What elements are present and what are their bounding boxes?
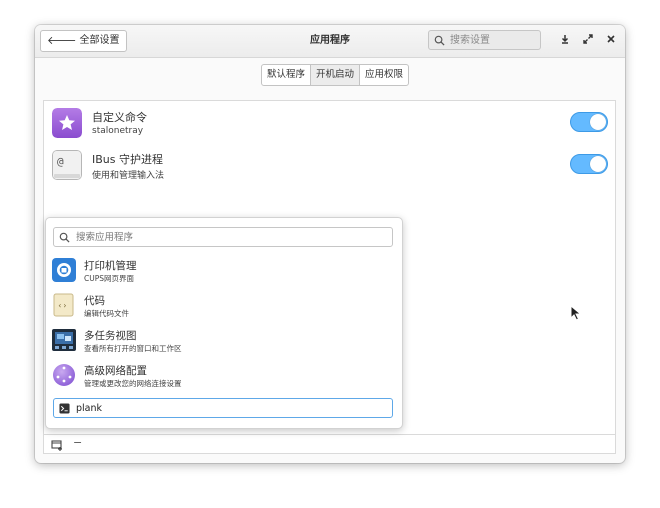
tab-defaults[interactable]: 默认程序	[262, 65, 312, 85]
keyboard-icon: @	[52, 150, 82, 180]
network-icon	[53, 364, 75, 386]
multitasking-icon	[52, 329, 76, 351]
app-search-input[interactable]	[74, 230, 378, 244]
app-description: stalonetray	[92, 126, 144, 136]
app-search[interactable]	[53, 227, 393, 247]
app-description: CUPS网页界面	[84, 274, 135, 283]
back-button-label: 全部设置	[79, 35, 120, 46]
list-item[interactable]: 多任务视图 查看所有打开的窗口和工作区	[52, 328, 392, 358]
terminal-icon	[59, 402, 70, 414]
settings-search-input[interactable]	[448, 33, 537, 47]
custom-command-field[interactable]	[53, 398, 393, 418]
add-app-popover: 打印机管理 CUPS网页界面 ‹› 代码 编辑代码文件 多任务视图 查看所有打开…	[45, 217, 403, 429]
view-switcher: 默认程序 开机启动 应用权限	[261, 64, 410, 86]
app-description: 编辑代码文件	[84, 309, 129, 318]
app-name: IBus 守护进程	[92, 153, 163, 166]
arrow-left-icon: 🡐	[47, 34, 77, 47]
custom-command-input[interactable]	[74, 401, 378, 415]
app-name: 高级网络配置	[84, 365, 147, 377]
app-name: 打印机管理	[84, 260, 137, 272]
list-item[interactable]: 打印机管理 CUPS网页界面	[52, 258, 392, 288]
back-button[interactable]: 🡐 全部设置	[40, 30, 127, 52]
search-icon	[434, 35, 445, 46]
list-item: @ IBus 守护进程 使用和管理输入法	[52, 150, 612, 184]
list-item[interactable]: ‹› 代码 编辑代码文件	[52, 293, 392, 323]
startup-toggle[interactable]	[570, 112, 608, 132]
code-icon: ‹›	[53, 293, 74, 317]
list-item[interactable]: 高级网络配置 管理或更改您的网络连接设置	[52, 363, 392, 393]
close-icon[interactable]	[604, 33, 618, 47]
star-icon	[52, 108, 82, 138]
app-name: 多任务视图	[84, 330, 137, 342]
header-bar: 🡐 全部设置 应用程序	[35, 25, 625, 58]
app-name: 代码	[84, 295, 105, 307]
remove-button[interactable]: −	[73, 436, 82, 449]
toggle-knob	[590, 156, 606, 172]
maximize-icon[interactable]	[581, 33, 595, 47]
action-bar: −	[43, 434, 616, 454]
toggle-knob	[590, 114, 606, 130]
app-description: 查看所有打开的窗口和工作区	[84, 344, 182, 353]
svg-text:@: @	[57, 155, 64, 168]
app-description: 管理或更改您的网络连接设置	[84, 379, 182, 388]
app-description: 使用和管理输入法	[92, 171, 165, 181]
mouse-pointer-icon	[570, 305, 582, 321]
settings-search[interactable]	[428, 30, 541, 50]
printer-icon	[52, 258, 76, 282]
app-name: 自定义命令	[92, 111, 147, 124]
svg-text:‹›: ‹›	[58, 301, 68, 310]
list-item: 自定义命令 stalonetray	[52, 108, 612, 142]
download-icon[interactable]	[558, 33, 572, 47]
tab-permissions[interactable]: 应用权限	[360, 65, 408, 85]
startup-toggle[interactable]	[570, 154, 608, 174]
search-icon	[59, 232, 70, 243]
tab-startup[interactable]: 开机启动	[311, 65, 361, 85]
add-app-icon[interactable]	[51, 439, 63, 451]
